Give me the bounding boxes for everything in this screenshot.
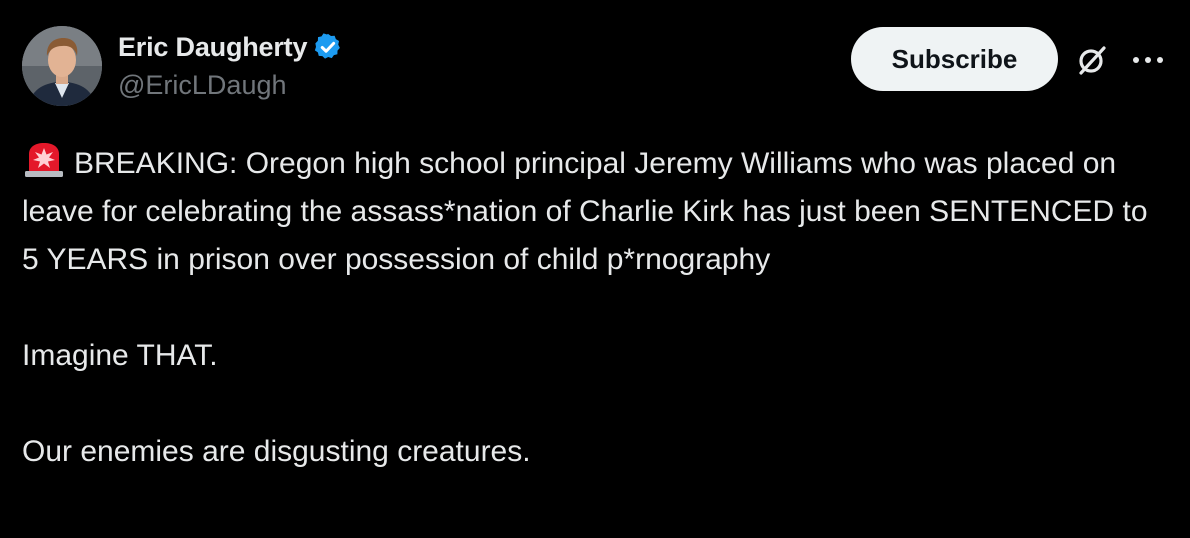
more-horizontal-icon[interactable] <box>1130 50 1166 70</box>
police-siren-icon <box>25 143 63 177</box>
avatar-photo <box>22 26 102 106</box>
subscribe-button[interactable]: Subscribe <box>851 27 1058 91</box>
display-name[interactable]: Eric Daugherty <box>118 32 307 63</box>
slashed-circle-icon[interactable] <box>1074 42 1110 78</box>
post-card: Eric Daugherty @EricLDaugh Subscribe BRE… <box>0 0 1190 538</box>
verified-badge-icon[interactable] <box>313 32 343 62</box>
author-handle[interactable]: @EricLDaugh <box>118 70 287 101</box>
post-paragraph: BREAKING: Oregon high school principal J… <box>22 140 1172 284</box>
author-name-row: Eric Daugherty <box>118 30 343 64</box>
avatar[interactable] <box>22 26 102 106</box>
post-body: BREAKING: Oregon high school principal J… <box>22 140 1172 476</box>
post-paragraph: Imagine THAT. <box>22 339 218 372</box>
post-paragraph: Our enemies are disgusting creatures. <box>22 435 531 468</box>
post-text-main: BREAKING: Oregon high school principal J… <box>22 147 1148 276</box>
